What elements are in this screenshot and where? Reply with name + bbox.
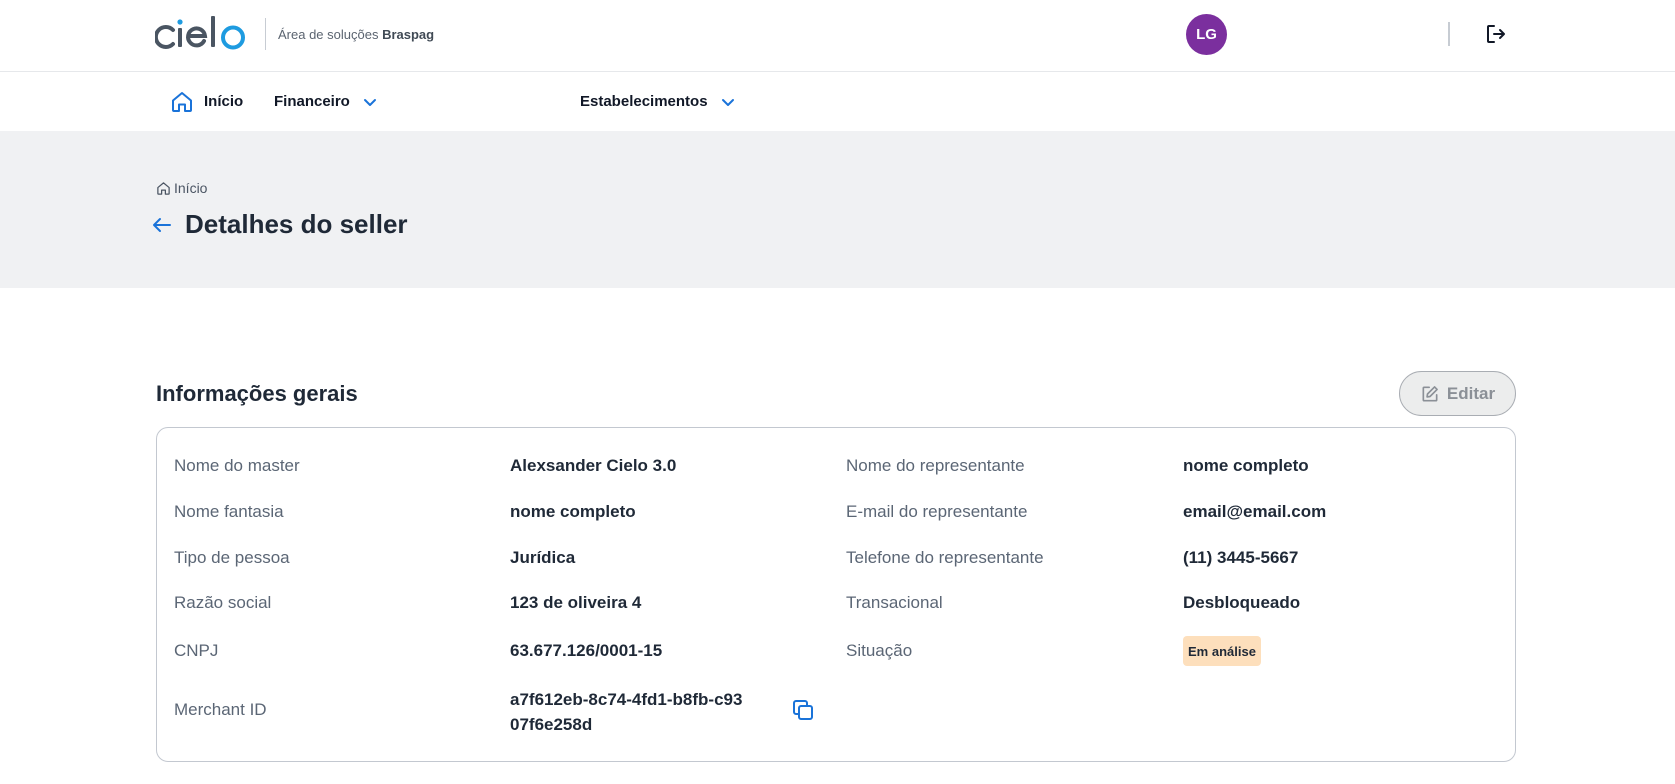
logo-divider [265,18,266,50]
edit-button[interactable]: Editar [1399,371,1516,416]
value-razao-social: 123 de oliveira 4 [510,593,642,612]
user-avatar[interactable]: LG [1186,14,1227,55]
home-icon [172,91,192,112]
value-tipo-de-pessoa: Jurídica [510,548,576,567]
edit-icon [1422,385,1438,401]
nav-label-financeiro: Financeiro [274,93,350,110]
nav-item-estabelecimentos[interactable]: Estabelecimentos [580,72,736,131]
cielo-logo[interactable] [155,12,253,52]
nav-item-financeiro[interactable]: Financeiro [274,72,378,131]
label-transacional: Transacional [846,593,943,612]
back-arrow-icon[interactable] [150,213,174,237]
home-icon [157,181,170,195]
label-telefone-do-representante: Telefone do representante [846,548,1044,567]
label-cnpj: CNPJ [174,641,219,660]
area-brand: Braspag [382,27,435,42]
value-nome-fantasia: nome completo [510,502,636,521]
label-razao-social: Razão social [174,593,272,612]
label-tipo-de-pessoa: Tipo de pessoa [174,548,290,567]
area-prefix: Área de soluções [278,27,379,42]
section-title: Informações gerais [156,381,358,406]
copy-icon[interactable] [791,698,815,722]
main-nav: Início Financeiro Estabelecimentos [0,72,1675,131]
chevron-down-icon [721,98,734,106]
label-situacao: Situação [846,641,913,660]
status-badge: Em análise [1183,636,1261,666]
nav-label-estabelecimentos: Estabelecimentos [580,93,708,110]
breadcrumb[interactable]: Início [156,180,207,196]
value-transacional: Desbloqueado [1183,593,1301,612]
logout-icon[interactable] [1484,22,1508,46]
value-nome-do-representante: nome completo [1183,456,1309,475]
value-merchant-id: a7f612eb-8c74-4fd1-b8fb-c9307f6e258d [510,690,743,734]
label-merchant-id: Merchant ID [174,700,267,719]
nav-item-inicio[interactable]: Início [170,72,243,131]
breadcrumb-label: Início [174,180,208,196]
page-title: Detalhes do seller [185,209,408,239]
label-nome-do-master: Nome do master [174,456,300,475]
label-email-do-representante: E-mail do representante [846,502,1028,521]
nav-label-inicio: Início [204,93,244,110]
chevron-down-icon [363,98,376,106]
label-nome-do-representante: Nome do representante [846,456,1025,475]
area-label: Área de soluções Braspag [278,27,434,42]
header-separator [1448,22,1450,46]
value-cnpj: 63.677.126/0001-15 [510,641,663,660]
label-nome-fantasia: Nome fantasia [174,502,284,521]
details-card [156,427,1516,762]
value-telefone-do-representante: (11) 3445-5667 [1183,548,1299,567]
edit-label: Editar [1446,383,1496,403]
top-header: Área de soluções Braspag LG [0,0,1675,72]
avatar-initials: LG [1196,26,1217,43]
value-email-do-representante: email@email.com [1183,502,1327,521]
value-nome-do-master: Alexsander Cielo 3.0 [510,456,677,475]
